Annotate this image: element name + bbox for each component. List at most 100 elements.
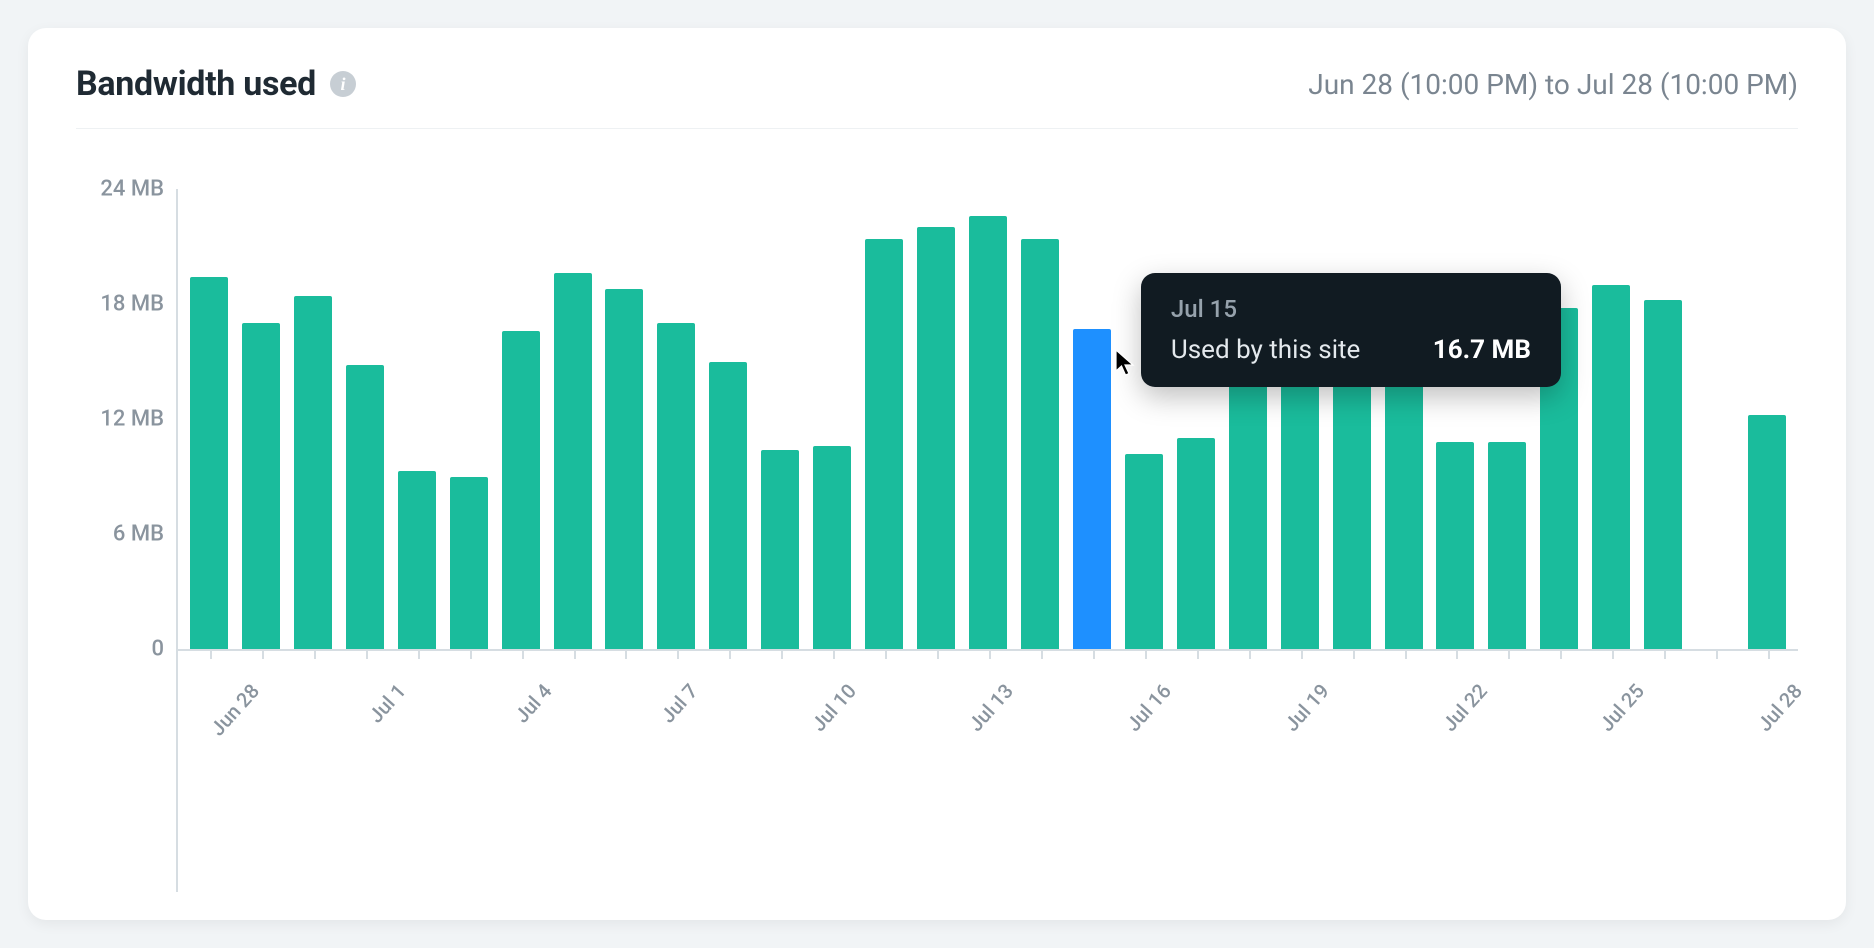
bar[interactable] [502,331,540,649]
bar[interactable] [346,365,384,649]
bar[interactable] [761,450,799,649]
x-tick-label: Jul 10 [806,679,861,736]
x-tick-mark [1560,649,1562,659]
x-tick-mark [625,649,627,659]
bar[interactable] [554,273,592,649]
x-tick-mark [522,649,524,659]
title-wrap: Bandwidth used i [76,64,356,104]
x-tick-mark [1456,649,1458,659]
bar-slot[interactable] [809,446,855,649]
x-tick-mark [989,649,991,659]
x-tick-mark [366,649,368,659]
bar-slot[interactable] [186,277,232,649]
x-tick-mark [210,649,212,659]
x-tick-mark [1612,649,1614,659]
bar-highlighted[interactable] [1073,329,1111,649]
bar-slot[interactable] [290,296,336,649]
bar[interactable] [1592,285,1630,649]
x-axis-line [178,649,1798,651]
card-title: Bandwidth used [76,64,316,104]
y-tick-label: 0 [151,637,164,662]
x-tick-mark [1301,649,1303,659]
bar[interactable] [969,216,1007,649]
bar[interactable] [605,289,643,649]
bar-slot[interactable] [1640,300,1686,649]
tooltip-value: 16.7 MB [1433,335,1531,365]
bar[interactable] [1488,442,1526,649]
bar-slot[interactable] [1433,442,1479,649]
x-tick-mark [574,649,576,659]
bar-slot[interactable] [602,289,648,649]
bar[interactable] [657,323,695,649]
bar-slot[interactable] [1484,442,1530,649]
bar-slot[interactable] [1069,329,1115,649]
bar-slot[interactable] [394,471,440,649]
bar-slot[interactable] [1173,438,1219,649]
bar-chart[interactable]: Jun 28Jul 1Jul 4Jul 7Jul 10Jul 13Jul 16J… [176,189,1798,892]
bar-slot[interactable] [238,323,284,649]
bar-slot[interactable] [342,365,388,649]
x-tick-label: Jul 16 [1121,679,1176,736]
bar-slot[interactable] [861,239,907,649]
bar[interactable] [1177,438,1215,649]
bar-slot[interactable] [550,273,596,649]
tooltip-date: Jul 15 [1171,295,1531,323]
bar[interactable] [1125,454,1163,650]
y-tick-label: 12 MB [100,407,164,432]
bar[interactable] [398,471,436,649]
x-tick-label: Jul 28 [1752,679,1807,736]
x-tick-mark [314,649,316,659]
x-tick-mark [781,649,783,659]
x-tick-label: Jun 28 [205,679,264,740]
bar-slot[interactable] [1017,239,1063,649]
bar[interactable] [1021,239,1059,649]
bar-slot[interactable] [498,331,544,649]
bar-slot[interactable] [1744,415,1790,649]
chart-area: 24 MB18 MB12 MB6 MB0 Jun 28Jul 1Jul 4Jul… [76,129,1798,892]
bar[interactable] [865,239,903,649]
y-axis: 24 MB18 MB12 MB6 MB0 [76,189,176,892]
bar-slot[interactable] [965,216,1011,649]
x-tick-mark [1041,649,1043,659]
y-tick-label: 18 MB [100,292,164,317]
chart-tooltip: Jul 15 Used by this site 16.7 MB [1141,273,1561,387]
bar[interactable] [190,277,228,649]
x-tick-mark [885,649,887,659]
bar-slot[interactable] [446,477,492,650]
x-tick-mark [1664,649,1666,659]
bar-slot[interactable] [1588,285,1634,649]
x-tick-mark [1405,649,1407,659]
tooltip-label: Used by this site [1171,335,1360,365]
x-tick-mark [1249,649,1251,659]
bar[interactable] [242,323,280,649]
x-tick-mark [1768,649,1770,659]
info-icon[interactable]: i [330,71,356,97]
bar[interactable] [1748,415,1786,649]
x-tick-mark [1508,649,1510,659]
x-tick-mark [1093,649,1095,659]
x-tick-label: Jul 13 [964,679,1019,736]
x-tick-mark [1197,649,1199,659]
x-tick-mark [262,649,264,659]
bar[interactable] [1436,442,1474,649]
bar[interactable] [294,296,332,649]
x-tick-mark [470,649,472,659]
bar-slot[interactable] [653,323,699,649]
x-tick-mark [937,649,939,659]
card-header: Bandwidth used i Jun 28 (10:00 PM) to Ju… [76,64,1798,129]
bar[interactable] [450,477,488,650]
bar-slot[interactable] [913,227,959,649]
x-tick-mark [1145,649,1147,659]
bar-slot[interactable] [1121,454,1167,650]
date-range: Jun 28 (10:00 PM) to Jul 28 (10:00 PM) [1308,68,1798,101]
bar[interactable] [1644,300,1682,649]
bar[interactable] [917,227,955,649]
x-tick-label: Jul 25 [1595,679,1650,736]
bar-slot[interactable] [757,450,803,649]
bar[interactable] [709,362,747,650]
bar[interactable] [813,446,851,649]
bandwidth-card: Bandwidth used i Jun 28 (10:00 PM) to Ju… [28,28,1846,920]
bar-slot[interactable] [705,362,751,650]
x-tick-label: Jul 19 [1279,679,1334,736]
y-tick-label: 6 MB [113,522,164,547]
